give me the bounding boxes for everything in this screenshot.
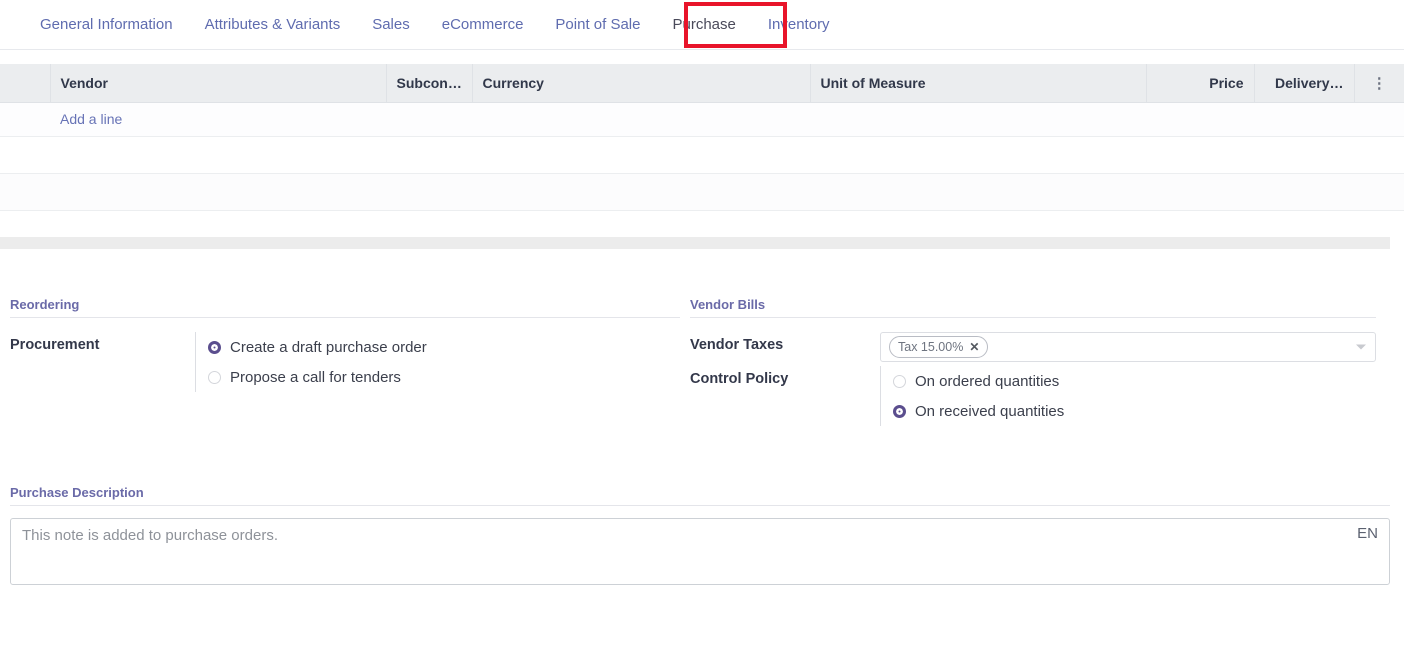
tab-ecommerce[interactable]: eCommerce <box>426 0 540 49</box>
radio-unselected-icon[interactable] <box>208 371 221 384</box>
radio-label: On ordered quantities <box>915 373 1059 390</box>
radio-propose-call-for-tenders[interactable]: Propose a call for tenders <box>208 362 680 392</box>
vendor-pricelist-table: Vendor Subcon… Currency Unit of Measure … <box>0 64 1404 211</box>
table-header-row: Vendor Subcon… Currency Unit of Measure … <box>0 64 1404 102</box>
purchase-description-input[interactable]: This note is added to purchase orders. E… <box>10 518 1390 585</box>
field-control-policy: Control Policy On ordered quantities On … <box>690 366 1376 426</box>
vendor-taxes-value: Tax 15.00% ✕ <box>880 332 1376 362</box>
filler-cell <box>0 136 1404 173</box>
tab-inventory[interactable]: Inventory <box>752 0 846 49</box>
tab-point-of-sale[interactable]: Point of Sale <box>539 0 656 49</box>
purchase-description-placeholder: This note is added to purchase orders. <box>22 527 278 544</box>
control-policy-label: Control Policy <box>690 366 880 387</box>
tag-tax-15[interactable]: Tax 15.00% ✕ <box>889 336 988 358</box>
column-header-vendor[interactable]: Vendor <box>50 64 386 102</box>
radio-on-received-quantities[interactable]: On received quantities <box>893 396 1376 426</box>
radio-on-ordered-quantities[interactable]: On ordered quantities <box>893 366 1376 396</box>
table-empty-row <box>0 173 1404 210</box>
notebook-tabs: General Information Attributes & Variant… <box>0 0 1404 50</box>
language-badge[interactable]: EN <box>1357 525 1378 542</box>
column-header-price[interactable]: Price <box>1146 64 1254 102</box>
add-line-handle-cell <box>0 102 50 136</box>
column-header-handle <box>0 64 50 102</box>
column-header-delivery-lead-time[interactable]: Delivery… <box>1254 64 1354 102</box>
table-filler-row-1 <box>0 136 1404 173</box>
vendor-bills-title: Vendor Bills <box>690 297 1376 318</box>
column-header-currency[interactable]: Currency <box>472 64 810 102</box>
reordering-title: Reordering <box>10 297 680 318</box>
radio-label: Propose a call for tenders <box>230 369 401 386</box>
add-a-line-link[interactable]: Add a line <box>60 111 122 127</box>
control-policy-options: On ordered quantities On received quanti… <box>880 366 1376 426</box>
radio-label: On received quantities <box>915 403 1064 420</box>
procurement-label: Procurement <box>10 332 195 353</box>
section-separator <box>0 237 1390 249</box>
group-vendor-bills: Vendor Bills Vendor Taxes Tax 15.00% ✕ C… <box>690 297 1390 430</box>
tab-general-information[interactable]: General Information <box>24 0 189 49</box>
close-icon[interactable]: ✕ <box>969 340 979 354</box>
radio-selected-icon[interactable] <box>893 405 906 418</box>
tab-purchase[interactable]: Purchase <box>656 0 751 49</box>
settings-groups: Reordering Procurement Create a draft pu… <box>0 297 1404 430</box>
tab-attributes-variants[interactable]: Attributes & Variants <box>189 0 357 49</box>
purchase-description-block: Purchase Description This note is added … <box>10 485 1390 585</box>
purchase-description-title: Purchase Description <box>10 485 1390 506</box>
group-reordering: Reordering Procurement Create a draft pu… <box>0 297 690 430</box>
field-vendor-taxes: Vendor Taxes Tax 15.00% ✕ <box>690 332 1376 362</box>
optional-columns-toggle[interactable]: ⋮ <box>1354 64 1404 102</box>
radio-create-draft-purchase-order[interactable]: Create a draft purchase order <box>208 332 680 362</box>
vendor-taxes-input[interactable]: Tax 15.00% ✕ <box>880 332 1376 362</box>
radio-unselected-icon[interactable] <box>893 375 906 388</box>
add-line-cell[interactable]: Add a line <box>50 102 1404 136</box>
procurement-options: Create a draft purchase order Propose a … <box>195 332 680 392</box>
radio-selected-icon[interactable] <box>208 341 221 354</box>
column-header-unit-of-measure[interactable]: Unit of Measure <box>810 64 1146 102</box>
tab-list: General Information Attributes & Variant… <box>0 0 1404 49</box>
add-a-line-row[interactable]: Add a line <box>0 102 1404 136</box>
tab-sales[interactable]: Sales <box>356 0 426 49</box>
vertical-dots-icon: ⋮ <box>1372 76 1387 91</box>
column-header-subcontractor[interactable]: Subcon… <box>386 64 472 102</box>
vendor-taxes-label: Vendor Taxes <box>690 332 880 353</box>
empty-row-cell <box>0 173 1404 210</box>
tag-label: Tax 15.00% <box>898 340 963 354</box>
radio-label: Create a draft purchase order <box>230 339 427 356</box>
field-procurement: Procurement Create a draft purchase orde… <box>10 332 680 392</box>
caret-down-icon[interactable] <box>1356 345 1366 350</box>
